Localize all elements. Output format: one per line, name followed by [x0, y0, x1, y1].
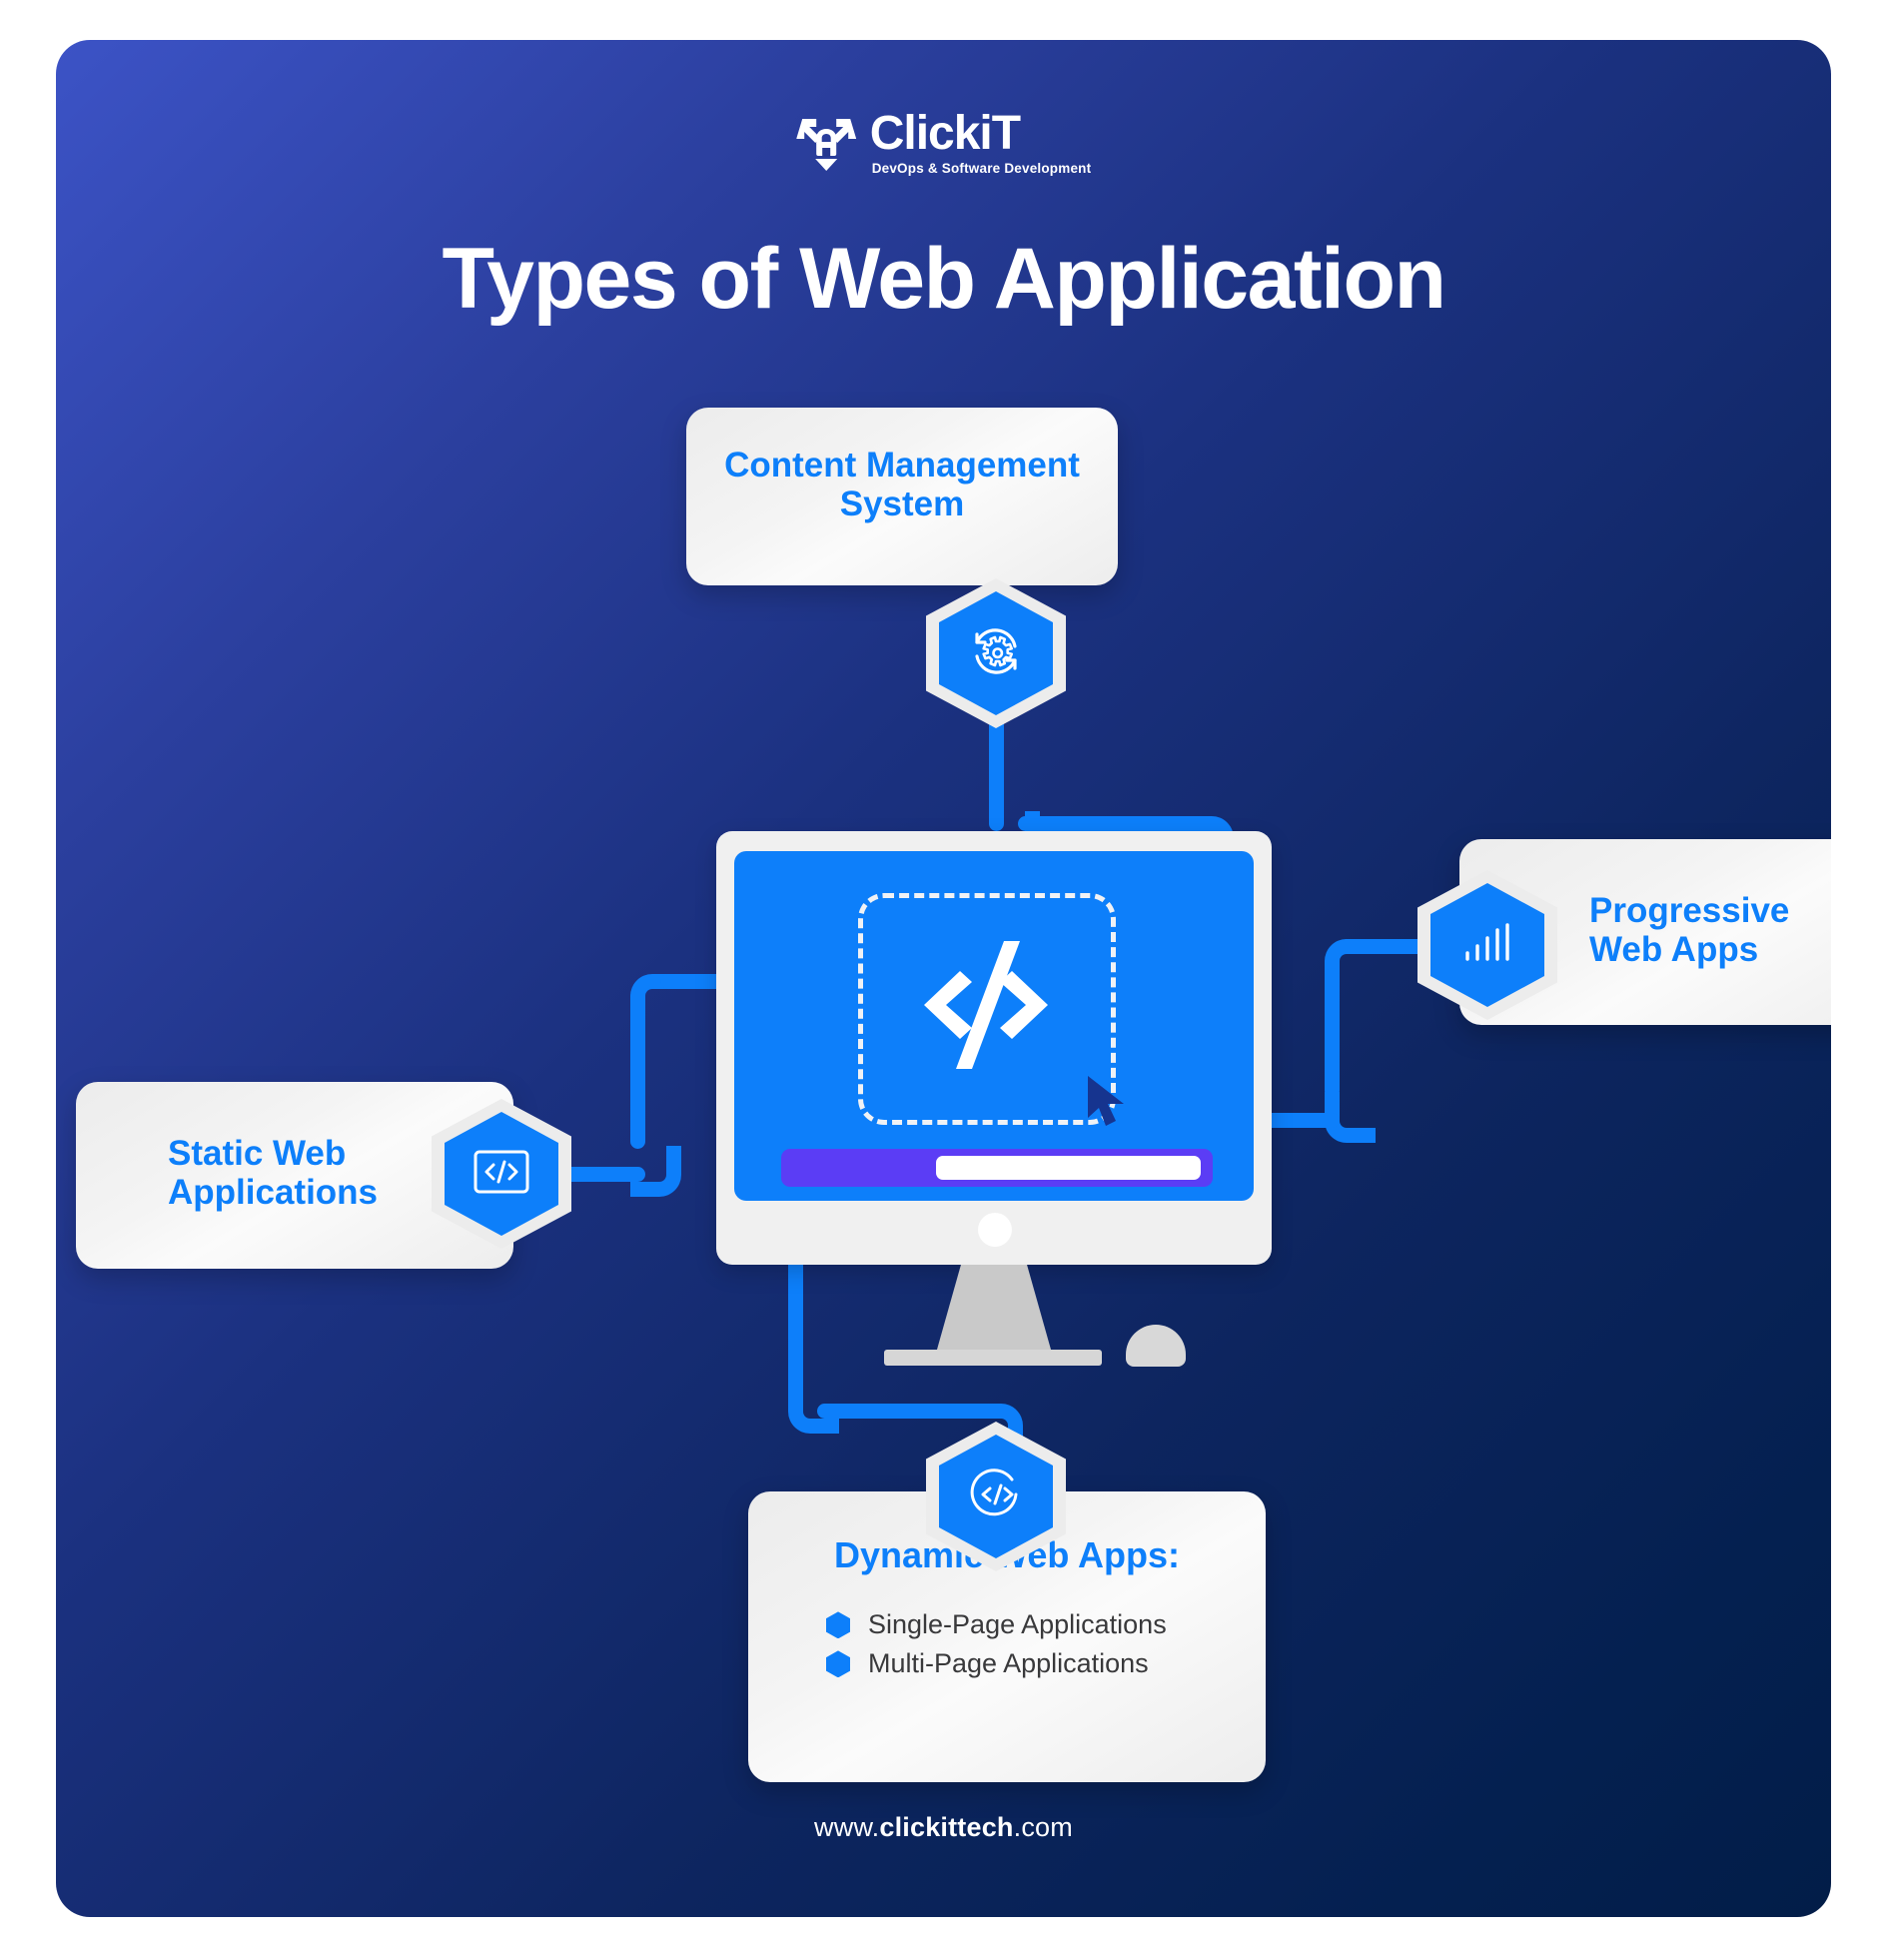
list-item-label: Multi-Page Applications	[868, 1648, 1149, 1679]
wire-dyn-horizontal	[817, 1404, 987, 1419]
shield-lock-arrows-icon	[795, 115, 856, 171]
hexagon-badge-cms	[926, 578, 1066, 728]
desktop-monitor-illustration	[716, 831, 1272, 1371]
footer-suffix: .com	[1013, 1812, 1073, 1842]
computer-mouse-icon	[1126, 1325, 1186, 1367]
code-brackets-icon	[922, 937, 1050, 1078]
card-static-line1: Static Web	[168, 1134, 347, 1173]
list-item[interactable]: Single-Page Applications	[826, 1609, 1266, 1640]
hexagon-bullet-icon	[826, 1650, 850, 1678]
brand-tagline: DevOps & Software Development	[871, 161, 1092, 176]
monitor-taskbar	[781, 1149, 1213, 1187]
hexagon-badge-pwa	[1417, 870, 1557, 1020]
footer-bold: clickittech	[879, 1812, 1014, 1842]
card-content-management-system[interactable]: Content Management System	[686, 408, 1118, 585]
dynamic-web-apps-list: Single-Page Applications Multi-Page Appl…	[826, 1609, 1266, 1679]
mouse-pointer-icon	[1086, 1074, 1130, 1135]
monitor-power-dot	[978, 1213, 1012, 1247]
card-pwa-line2: Web Apps	[1589, 930, 1759, 970]
monitor-screen	[734, 851, 1254, 1201]
list-item-label: Single-Page Applications	[868, 1609, 1167, 1640]
code-circle-icon	[965, 1464, 1027, 1530]
taskbar-input-field	[936, 1156, 1201, 1180]
page-title: Types of Web Application	[442, 231, 1446, 327]
card-static-line2: Applications	[168, 1173, 379, 1213]
hexagon-bullet-icon	[826, 1611, 850, 1639]
infographic-poster: ClickiT DevOps & Software Development Ty…	[56, 40, 1831, 1917]
monitor-stand-neck	[935, 1265, 1053, 1357]
sync-gear-icon	[965, 620, 1027, 687]
monitor-stand-base	[884, 1350, 1102, 1366]
brand-logo: ClickiT DevOps & Software Development	[795, 107, 1092, 176]
footer-prefix: www.	[814, 1812, 880, 1842]
wire-cms-horizontal	[1018, 816, 1198, 831]
card-cms-heading: Content Management System	[724, 446, 1080, 524]
hexagon-badge-static	[432, 1099, 571, 1249]
footer-website-url[interactable]: www.clickittech.com	[56, 1812, 1831, 1843]
code-window-icon	[472, 1148, 530, 1201]
hexagon-badge-dynamic	[926, 1422, 1066, 1571]
brand-name: ClickiT	[869, 107, 1021, 160]
list-item[interactable]: Multi-Page Applications	[826, 1648, 1266, 1679]
card-pwa-line1: Progressive	[1589, 891, 1790, 930]
signal-bars-icon	[1459, 919, 1515, 972]
wire-static-elbow-1	[630, 1146, 681, 1197]
wire-pwa-vertical	[1325, 968, 1340, 1098]
